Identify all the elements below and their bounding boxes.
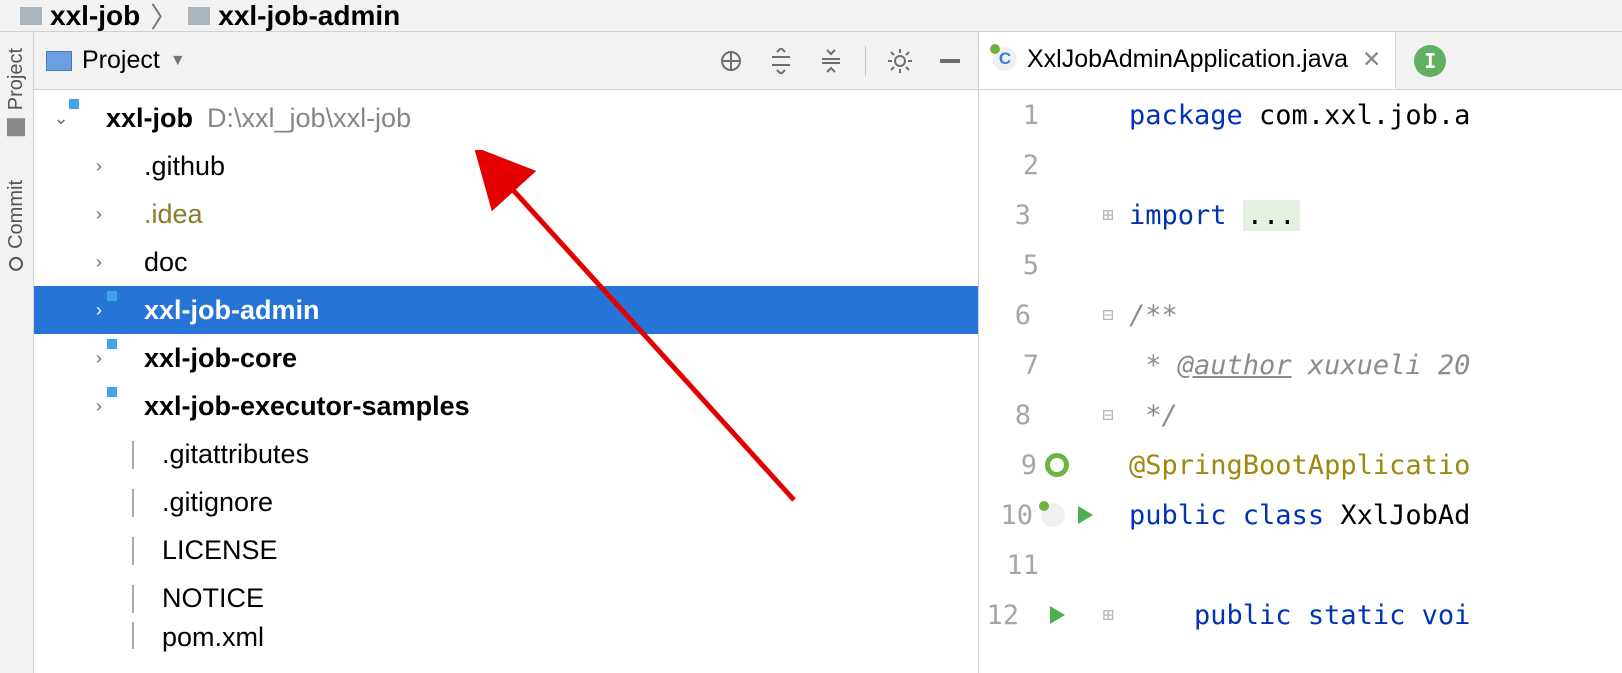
module-icon: [188, 7, 210, 25]
expand-all-icon[interactable]: [765, 45, 797, 77]
tree-item-label: xxl-job-core: [144, 343, 297, 374]
line-number: 10: [993, 500, 1033, 531]
folded-region[interactable]: ...: [1243, 200, 1300, 231]
tree-item-label: .gitignore: [162, 487, 273, 518]
tree-item[interactable]: NOTICE: [34, 574, 978, 622]
java-spring-file-icon: C: [993, 47, 1017, 71]
code-editor[interactable]: 1 2 3 5 6 7 8 9 10 11 12 package com.xxl…: [979, 90, 1622, 673]
close-tab-icon[interactable]: ✕: [1362, 46, 1381, 73]
tree-item-label: .github: [144, 151, 225, 182]
code-annotation: @SpringBootApplicatio: [1129, 450, 1470, 481]
tool-window-strip: Project Commit: [0, 32, 34, 673]
chevron-down-icon[interactable]: ▼: [170, 52, 186, 70]
code-comment: /**: [1129, 300, 1178, 331]
maven-file-icon: [132, 622, 134, 649]
editor-tab-bar: C XxlJobAdminApplication.java ✕ I: [979, 32, 1622, 90]
spring-gutter-icon[interactable]: [1045, 453, 1069, 477]
project-tool-tab[interactable]: Project: [5, 36, 28, 148]
editor-tab[interactable]: C XxlJobAdminApplication.java ✕: [979, 32, 1396, 89]
tree-item-label: .idea: [144, 199, 203, 230]
line-number: 2: [999, 150, 1039, 181]
tree-item[interactable]: › .idea: [34, 190, 978, 238]
settings-gear-icon[interactable]: [884, 45, 916, 77]
file-icon: [132, 585, 134, 613]
code-content[interactable]: package com.xxl.job.a import ... /** * @…: [1129, 90, 1622, 673]
fold-collapse-icon[interactable]: [1099, 404, 1117, 426]
chevron-right-icon[interactable]: ›: [84, 156, 114, 177]
tree-item-label: xxl-job-executor-samples: [144, 391, 470, 422]
run-gutter-icon[interactable]: [1045, 603, 1068, 627]
code-keyword: import: [1129, 200, 1243, 231]
tree-item-label: NOTICE: [162, 583, 264, 614]
chevron-down-icon[interactable]: ⌄: [46, 108, 76, 129]
line-number: 8: [991, 400, 1031, 431]
tree-item[interactable]: .gitattributes: [34, 430, 978, 478]
fold-expand-icon[interactable]: [1099, 204, 1117, 226]
line-number: 12: [979, 600, 1019, 631]
tree-item-label: xxl-job: [106, 103, 193, 134]
tree-item-label: .gitattributes: [162, 439, 309, 470]
module-icon: [20, 7, 42, 25]
class-gutter-icon[interactable]: [1041, 503, 1065, 527]
code-comment: */: [1129, 400, 1178, 431]
fold-expand-icon[interactable]: [1100, 604, 1117, 626]
file-icon: [132, 537, 134, 565]
divider: [865, 46, 866, 76]
run-gutter-icon[interactable]: [1073, 503, 1097, 527]
tree-item[interactable]: › xxl-job-core: [34, 334, 978, 382]
chevron-right-icon[interactable]: ›: [84, 348, 114, 369]
line-number: 5: [999, 250, 1039, 281]
project-panel-header: Project ▼: [34, 32, 978, 90]
breadcrumb-item[interactable]: xxl-job-admin: [218, 0, 400, 32]
tree-item[interactable]: › doc: [34, 238, 978, 286]
gitignore-file-icon: [132, 489, 134, 517]
project-tree[interactable]: ⌄ xxl-job D:\xxl_job\xxl-job › .github ›…: [34, 90, 978, 673]
tree-item[interactable]: .gitignore: [34, 478, 978, 526]
collapse-all-icon[interactable]: [815, 45, 847, 77]
file-icon: [132, 441, 134, 469]
tree-item-label: LICENSE: [162, 535, 278, 566]
editor-area: C XxlJobAdminApplication.java ✕ I 1 2 3 …: [979, 32, 1622, 673]
chevron-right-icon[interactable]: ›: [84, 396, 114, 417]
line-number: 6: [991, 300, 1031, 331]
breadcrumb-bar: xxl-job 〉 xxl-job-admin: [0, 0, 1622, 32]
tree-item[interactable]: › xxl-job-executor-samples: [34, 382, 978, 430]
tree-item[interactable]: pom.xml: [34, 622, 978, 652]
editor-gutter: 1 2 3 5 6 7 8 9 10 11 12: [979, 90, 1129, 673]
tree-item-label: xxl-job-admin: [144, 295, 320, 326]
commit-tool-tab[interactable]: Commit: [5, 168, 28, 283]
line-number: 9: [997, 450, 1037, 481]
tree-item-label: pom.xml: [162, 622, 264, 652]
chevron-right-icon[interactable]: ›: [84, 300, 114, 321]
line-number: 11: [999, 550, 1039, 581]
project-panel: Project ▼: [34, 32, 979, 673]
line-number: 1: [999, 100, 1039, 131]
tree-item-root[interactable]: ⌄ xxl-job D:\xxl_job\xxl-job: [34, 94, 978, 142]
project-view-title[interactable]: Project: [82, 46, 160, 75]
tree-item[interactable]: › .github: [34, 142, 978, 190]
breadcrumb-item[interactable]: xxl-job: [50, 0, 140, 32]
chevron-right-icon[interactable]: ›: [84, 204, 114, 225]
editor-tab-title: XxlJobAdminApplication.java: [1027, 45, 1348, 74]
hide-panel-icon[interactable]: [934, 45, 966, 77]
tree-item[interactable]: LICENSE: [34, 526, 978, 574]
tab-label: Project: [5, 48, 28, 110]
line-number: 7: [999, 350, 1039, 381]
folder-icon: [8, 118, 26, 136]
tree-item-label: doc: [144, 247, 188, 278]
line-number: 3: [991, 200, 1031, 231]
commit-icon: [10, 257, 24, 271]
tree-item-selected[interactable]: › xxl-job-admin: [34, 286, 978, 334]
run-status-badge[interactable]: I: [1414, 45, 1446, 77]
fold-collapse-icon[interactable]: [1099, 304, 1117, 326]
select-opened-file-icon[interactable]: [715, 45, 747, 77]
tab-label: Commit: [5, 180, 28, 249]
breadcrumb-separator: 〉: [150, 0, 178, 32]
chevron-right-icon[interactable]: ›: [84, 252, 114, 273]
project-view-icon: [46, 51, 72, 71]
tree-item-path: D:\xxl_job\xxl-job: [207, 103, 411, 134]
